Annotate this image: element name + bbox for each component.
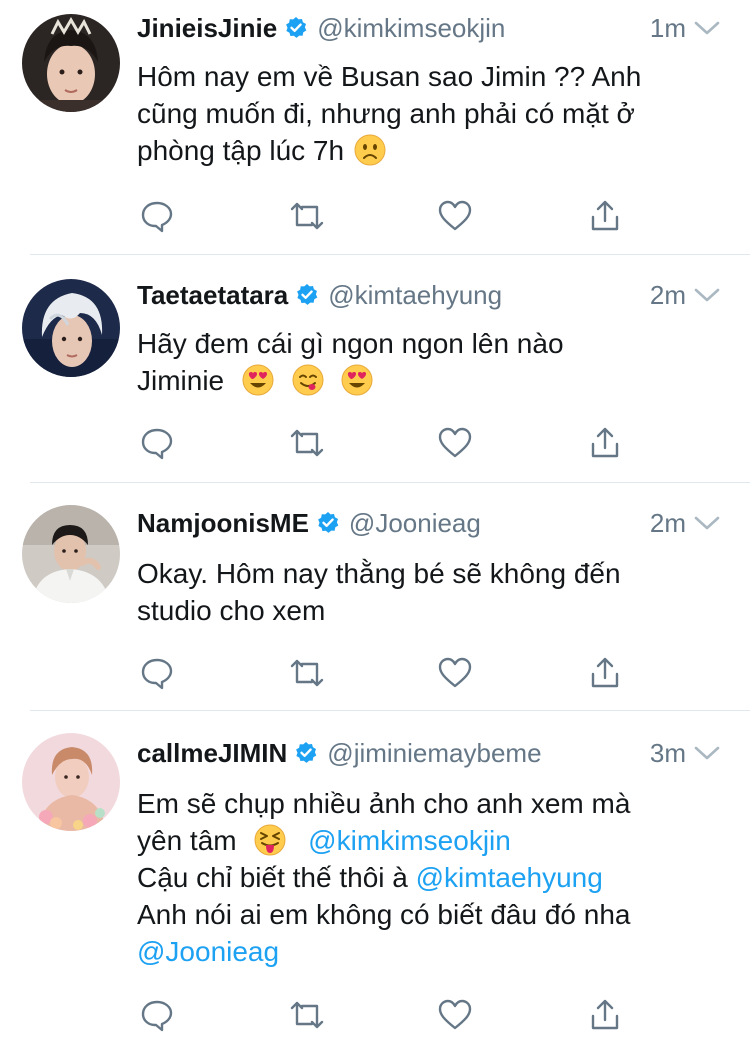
tweet-text-line: Hôm nay em về Busan sao Jimin ?? Anh [137,61,642,92]
avatar[interactable] [22,14,120,112]
verified-badge-icon [318,512,339,533]
reply-button[interactable] [137,653,177,693]
tweet-1[interactable]: JinieisJinie @kimkimseokjin 1m Hôm nay e… [0,0,750,254]
heart-eyes-emoji-icon [341,364,373,396]
share-icon [591,657,619,688]
tweet-text-line: Anh nói ai em không có biết đâu đó nha [137,899,631,930]
tweet-text-line: Cậu chỉ biết thế thôi à [137,862,408,893]
heart-icon [438,427,472,458]
tweet-text: Okay. Hôm nay thằng bé sẽ không đến stud… [137,555,720,629]
yum-face-emoji-icon [292,364,324,396]
tweet-text-line: cũng muốn đi, nhưng anh phải có mặt ở [137,98,635,129]
tweet-text: Hôm nay em về Busan sao Jimin ?? Anh cũn… [137,58,720,169]
avatar[interactable] [22,279,120,377]
tweet-text-line: Hãy đem cái gì ngon ngon lên nào [137,328,564,359]
verified-badge-icon [286,17,307,38]
username-handle[interactable]: @jiminiemaybeme [327,738,642,769]
retweet-icon [290,1001,324,1029]
retweet-icon [290,429,324,457]
timestamp[interactable]: 2m [650,508,686,539]
username-handle[interactable]: @Joonieag [349,508,642,539]
squinting-tongue-face-emoji-icon [254,824,286,856]
tweet-text-line: yên tâm [137,825,237,856]
verified-badge-icon [297,284,318,305]
like-button[interactable] [435,995,475,1035]
tweet-3[interactable]: NamjoonisME @Joonieag 2m Okay. Hôm nay t… [0,483,750,709]
retweet-button[interactable] [287,423,327,463]
username-handle[interactable]: @kimkimseokjin [317,13,642,44]
mention-link[interactable]: @kimtaehyung [416,862,603,893]
username-handle[interactable]: @kimtaehyung [328,280,642,311]
chevron-down-icon[interactable] [694,515,720,531]
tweet-text: Hãy đem cái gì ngon ngon lên nào Jiminie [137,325,720,399]
retweet-button[interactable] [287,196,327,236]
display-name[interactable]: callmeJIMIN [137,738,287,769]
reply-button[interactable] [137,196,177,236]
reply-button[interactable] [137,995,177,1035]
heart-icon [438,657,472,688]
timestamp[interactable]: 3m [650,738,686,769]
display-name[interactable]: Taetaetatara [137,280,288,311]
share-icon [591,427,619,458]
chevron-down-icon[interactable] [694,745,720,761]
timestamp[interactable]: 2m [650,280,686,311]
retweet-button[interactable] [287,995,327,1035]
mention-link[interactable]: @kimkimseokjin [308,825,511,856]
share-icon [591,999,619,1030]
avatar[interactable] [22,733,120,831]
chevron-down-icon[interactable] [694,20,720,36]
reply-icon [141,658,173,690]
share-icon [591,200,619,231]
tweet-text-line: Em sẽ chụp nhiều ảnh cho anh xem mà [137,788,631,819]
heart-icon [438,200,472,231]
retweet-button[interactable] [287,653,327,693]
tweet-text: Em sẽ chụp nhiều ảnh cho anh xem mà yên … [137,785,720,970]
tweet-text-line: Okay. Hôm nay thằng bé sẽ không đến [137,558,621,589]
avatar-photo [22,505,120,603]
share-button[interactable] [585,653,625,693]
share-button[interactable] [585,196,625,236]
share-button[interactable] [585,995,625,1035]
avatar-photo [22,733,120,831]
tweet-4[interactable]: callmeJIMIN @jiminiemaybeme 3m Em sẽ chụ… [0,711,750,1050]
retweet-icon [290,202,324,230]
retweet-icon [290,659,324,687]
like-button[interactable] [435,423,475,463]
avatar[interactable] [22,505,120,603]
avatar-photo [22,14,120,112]
tweet-text-line: Jiminie [137,365,225,396]
timestamp[interactable]: 1m [650,13,686,44]
reply-icon [141,428,173,460]
share-button[interactable] [585,423,625,463]
tweet-2[interactable]: Taetaetatara @kimtaehyung 2m Hãy đem cái… [0,255,750,481]
tweet-text-line: phòng tập lúc 7h [137,135,345,166]
chevron-down-icon[interactable] [694,287,720,303]
avatar-photo [22,279,120,377]
display-name[interactable]: JinieisJinie [137,13,277,44]
mention-link[interactable]: @Joonieag [137,936,279,967]
verified-badge-icon [296,742,317,763]
display-name[interactable]: NamjoonisME [137,508,309,539]
like-button[interactable] [435,653,475,693]
heart-icon [438,999,472,1030]
frowning-face-emoji-icon [354,134,386,166]
like-button[interactable] [435,196,475,236]
reply-icon [141,1000,173,1032]
heart-eyes-emoji-icon [242,364,274,396]
reply-icon [141,201,173,233]
tweet-text-line: studio cho xem [137,595,326,626]
reply-button[interactable] [137,423,177,463]
